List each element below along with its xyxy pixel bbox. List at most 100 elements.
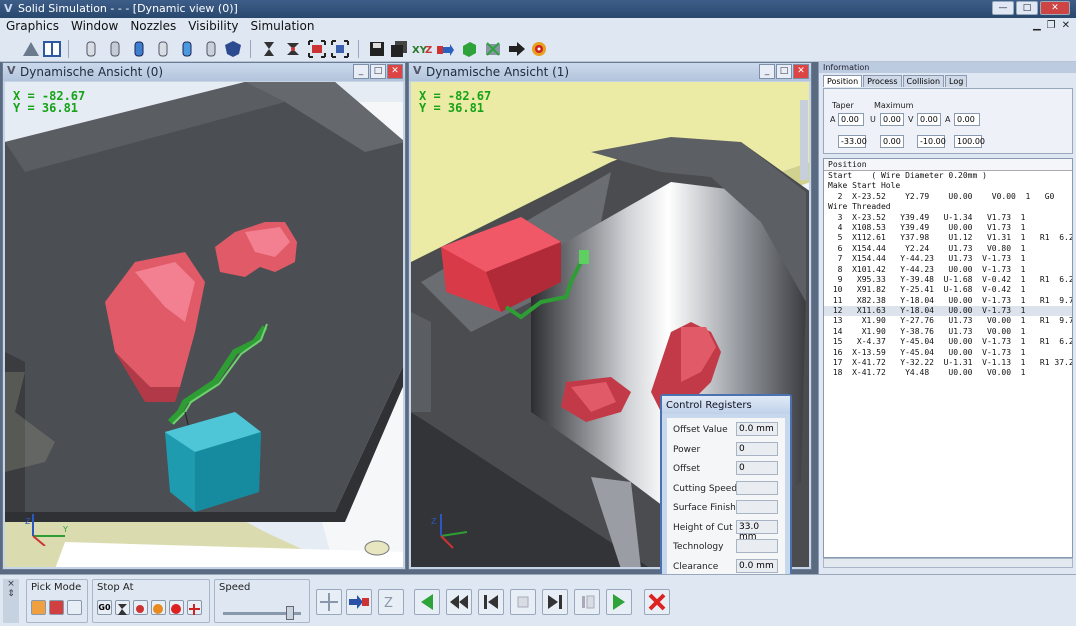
pick-edge-icon[interactable] xyxy=(49,600,64,615)
list-item[interactable]: 4 X108.53 Y39.49 U0.00 V1.73 1 xyxy=(824,223,1072,233)
speed-slider-thumb[interactable] xyxy=(286,606,294,620)
play-reverse-button[interactable] xyxy=(414,589,440,615)
view-1-maximize-button[interactable]: □ xyxy=(776,64,792,79)
list-item[interactable]: 13 X1.90 Y-27.76 U1.73 V0.00 1 R1 9.73 R… xyxy=(824,316,1072,326)
crosshair-button[interactable] xyxy=(316,589,342,615)
stop-collision-icon[interactable] xyxy=(133,600,148,615)
stop-orange-dot-icon[interactable] xyxy=(151,600,166,615)
value-field-3[interactable]: -10.00 xyxy=(917,135,946,148)
list-item[interactable]: 3 X-23.52 Y39.49 U-1.34 V1.73 1 xyxy=(824,213,1072,223)
register-value-field[interactable]: 0 xyxy=(736,441,778,456)
register-value-field[interactable] xyxy=(736,500,778,514)
list-item[interactable]: 11 X82.38 Y-18.04 U0.00 V-1.73 1 R1 9.73… xyxy=(824,296,1072,306)
menu-graphics[interactable]: Graphics xyxy=(0,18,65,36)
value-field-1[interactable]: -33.00 xyxy=(838,135,867,148)
tab-collision[interactable]: Collision xyxy=(902,75,945,87)
view-1-minimize-button[interactable]: _ xyxy=(759,64,775,79)
play-button[interactable] xyxy=(606,589,632,615)
nozzle-2-icon[interactable] xyxy=(106,40,124,58)
register-value-field[interactable]: 0.0 mm xyxy=(736,558,778,573)
step-back-button[interactable] xyxy=(478,589,504,615)
menu-visibility[interactable]: Visibility xyxy=(182,18,244,36)
view-1-vertical-scrollbar[interactable] xyxy=(800,100,808,180)
list-item[interactable]: 10 X91.82 Y-25.41 U-1.68 V-0.42 1 xyxy=(824,285,1072,295)
collision-icon[interactable] xyxy=(484,40,502,58)
mdi-close-icon[interactable]: ✕ xyxy=(1062,20,1070,31)
step-forward-button[interactable] xyxy=(542,589,568,615)
target-icon[interactable] xyxy=(530,40,548,58)
arrow-tool-icon[interactable] xyxy=(436,40,454,58)
list-item[interactable]: 14 X1.90 Y-38.76 U1.73 V0.00 1 xyxy=(824,327,1072,337)
green-cube-icon[interactable] xyxy=(460,40,478,58)
list-item[interactable]: 16 X-13.59 Y-45.04 U0.00 V-1.73 1 xyxy=(824,348,1072,358)
menu-simulation[interactable]: Simulation xyxy=(245,18,321,36)
stop-cross-icon[interactable] xyxy=(187,600,202,615)
fit-view-icon[interactable] xyxy=(308,40,326,58)
split-view-icon[interactable] xyxy=(43,40,61,58)
pick-face-icon[interactable] xyxy=(31,600,46,615)
max-v-field[interactable]: 0.00 xyxy=(917,113,941,126)
stop-g0-button[interactable]: G0 xyxy=(97,600,112,615)
axis-swap-icon[interactable] xyxy=(284,40,302,58)
tab-position[interactable]: Position xyxy=(823,75,863,87)
menu-window[interactable]: Window xyxy=(65,18,124,36)
register-value-field[interactable] xyxy=(736,539,778,553)
list-item[interactable]: 7 X154.44 Y-44.23 U1.73 V-1.73 1 xyxy=(824,254,1072,264)
forward-arrow-icon[interactable] xyxy=(508,40,526,58)
move-to-button[interactable] xyxy=(346,589,372,615)
list-item[interactable]: 2 X-23.52 Y2.79 U0.00 V0.00 1 G0 xyxy=(824,192,1072,202)
position-list[interactable]: Position Start ( Wire Diameter 0.20mm ) M… xyxy=(823,158,1073,558)
nozzle-4-icon[interactable] xyxy=(154,40,172,58)
save-icon[interactable] xyxy=(368,40,386,58)
save-multiple-icon[interactable] xyxy=(390,40,408,58)
register-value-field[interactable]: 0 xyxy=(736,461,778,475)
mdi-minimize-icon[interactable]: ▁ xyxy=(1033,20,1041,31)
max-a-field[interactable]: 0.00 xyxy=(954,113,980,126)
tab-process[interactable]: Process xyxy=(863,75,902,87)
tab-log[interactable]: Log xyxy=(945,75,968,87)
register-value-field[interactable] xyxy=(736,480,778,495)
xyz-axes-icon[interactable]: XY Z xyxy=(412,40,432,58)
close-button[interactable]: ✕ xyxy=(1040,1,1070,15)
list-item[interactable]: 5 X112.61 Y37.98 U1.12 V1.31 1 R1 6.27 R… xyxy=(824,233,1072,243)
cancel-simulation-button[interactable] xyxy=(644,589,670,615)
hourglass-icon[interactable] xyxy=(260,40,278,58)
minimize-button[interactable]: — xyxy=(992,1,1014,15)
max-u-field[interactable]: 0.00 xyxy=(880,113,904,126)
nozzle-5-icon[interactable] xyxy=(178,40,196,58)
list-item[interactable]: 9 X95.33 Y-39.48 U-1.68 V-0.42 1 R1 6.27… xyxy=(824,275,1072,285)
maximize-button[interactable]: □ xyxy=(1016,1,1038,15)
value-field-2[interactable]: 0.00 xyxy=(880,135,904,148)
shield-icon[interactable] xyxy=(224,40,242,58)
list-item[interactable]: Start ( Wire Diameter 0.20mm ) xyxy=(824,171,1072,181)
view-0-maximize-button[interactable]: □ xyxy=(370,64,386,79)
zoom-frame-icon[interactable] xyxy=(331,40,349,58)
list-item[interactable]: 12 X11.63 Y-18.04 U0.00 V-1.73 1 xyxy=(824,306,1072,317)
nozzle-3-icon[interactable] xyxy=(130,40,148,58)
list-item[interactable]: 17 X-41.72 Y-32.22 U-1.31 V-1.13 1 R1 37… xyxy=(824,358,1072,368)
nozzle-1-icon[interactable] xyxy=(82,40,100,58)
z-axis-button[interactable]: Z xyxy=(378,589,404,615)
view-0-close-button[interactable]: ✕ xyxy=(387,64,403,79)
triangle-view-icon[interactable] xyxy=(22,40,40,58)
list-item[interactable]: 8 X101.42 Y-44.23 U0.00 V-1.73 1 xyxy=(824,265,1072,275)
list-item[interactable]: 15 X-4.37 Y-45.04 U0.00 V-1.73 1 R1 6.27… xyxy=(824,337,1072,347)
register-value-field[interactable]: 0.0 mm xyxy=(736,422,778,436)
step-end-button[interactable] xyxy=(574,589,600,615)
list-item[interactable]: Wire Threaded xyxy=(824,202,1072,212)
dock-handle[interactable]: × ⇕ xyxy=(3,579,19,623)
mdi-restore-icon[interactable]: ❐ xyxy=(1047,20,1056,31)
register-value-field[interactable]: 33.0 mm xyxy=(736,519,778,542)
view-0-minimize-button[interactable]: _ xyxy=(353,64,369,79)
taper-a-field[interactable]: 0.00 xyxy=(838,113,864,126)
rewind-button[interactable] xyxy=(446,589,472,615)
list-item[interactable]: 6 X154.44 Y2.24 U1.73 V0.80 1 xyxy=(824,244,1072,254)
list-item[interactable]: Make Start Hole xyxy=(824,181,1072,191)
nozzle-6-icon[interactable] xyxy=(202,40,220,58)
view-1-close-button[interactable]: ✕ xyxy=(793,64,809,79)
pick-body-icon[interactable] xyxy=(67,600,82,615)
value-field-4[interactable]: 100.00 xyxy=(954,135,985,148)
view-0-canvas[interactable]: X = -82.67 Y = 36.81 Z Y xyxy=(5,82,403,567)
menu-nozzles[interactable]: Nozzles xyxy=(124,18,182,36)
list-item[interactable]: 18 X-41.72 Y4.48 U0.00 V0.00 1 xyxy=(824,368,1072,378)
